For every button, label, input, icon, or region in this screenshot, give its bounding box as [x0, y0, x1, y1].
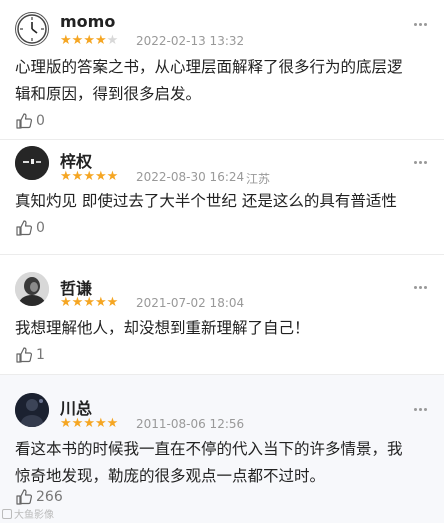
star-icon: ★	[83, 295, 95, 310]
like-count: 0	[36, 220, 45, 236]
star-icon: ★	[60, 416, 72, 431]
review-text: 心理版的答案之书，从心理层面解释了很多行为的底层逻 辑和原因，得到很多启发。	[15, 58, 403, 103]
like-button[interactable]: 266	[15, 488, 63, 506]
star-icon: ★	[106, 295, 119, 310]
review-card: 哲谦 ★★★★★ 2021-07-02 18:04 我想理解他人，却没想到重新理…	[0, 255, 444, 375]
star-icon: ★	[94, 33, 107, 48]
review-date: 2022-02-13 13:32	[136, 34, 245, 48]
like-count: 0	[36, 113, 45, 129]
review-date: 2021-07-02 18:04	[136, 296, 245, 310]
review-date: 2011-08-06 12:56	[136, 417, 245, 431]
review-card: 梓权 ★★★★★ 2022-08-30 16:24 江苏 真知灼见 即使过去了大…	[0, 140, 444, 255]
more-options-icon[interactable]	[414, 18, 428, 32]
star-icon: ★	[71, 33, 84, 48]
avatar[interactable]	[15, 393, 49, 427]
star-icon: ★	[71, 416, 84, 431]
thumbs-up-icon	[16, 347, 33, 363]
star-icon: ★	[94, 416, 107, 431]
star-empty-icon: ★	[106, 33, 119, 48]
like-button[interactable]: 0	[15, 219, 45, 237]
more-options-icon[interactable]	[414, 403, 428, 417]
star-icon: ★	[71, 169, 84, 184]
avatar[interactable]	[15, 146, 49, 180]
dark-photo-avatar	[15, 146, 49, 180]
like-count: 1	[36, 347, 45, 363]
review-location: 江苏	[246, 172, 271, 186]
watermark: 大鱼影像	[2, 506, 54, 521]
username[interactable]: momo	[60, 12, 115, 31]
rating-stars: ★★★★★	[60, 170, 118, 184]
watermark-logo-icon	[2, 508, 12, 519]
star-icon: ★	[60, 169, 72, 184]
review-text: 看这本书的时候我一直在不停的代入当下的许多情景，我 惊奇地发现，勒庞的很多观点一…	[15, 440, 403, 485]
rating-stars: ★★★★★	[60, 417, 118, 431]
more-options-icon[interactable]	[414, 156, 428, 170]
like-button[interactable]: 0	[15, 112, 45, 130]
like-button[interactable]: 1	[15, 346, 45, 364]
more-options-icon[interactable]	[414, 281, 428, 295]
star-icon: ★	[71, 295, 84, 310]
star-icon: ★	[60, 295, 72, 310]
star-icon: ★	[83, 33, 95, 48]
thumbs-up-icon	[16, 489, 33, 505]
rating-stars: ★★★★★	[60, 34, 118, 48]
night-photo-avatar	[15, 393, 49, 427]
star-icon: ★	[83, 416, 95, 431]
star-icon: ★	[106, 169, 119, 184]
avatar[interactable]	[15, 272, 49, 306]
star-icon: ★	[106, 416, 119, 431]
thumbs-up-icon	[16, 220, 33, 236]
star-icon: ★	[94, 169, 107, 184]
like-count: 266	[36, 489, 63, 505]
portrait-avatar	[15, 272, 49, 306]
avatar[interactable]	[15, 12, 49, 46]
star-icon: ★	[94, 295, 107, 310]
star-icon: ★	[60, 33, 72, 48]
review-text: 真知灼见 即使过去了大半个世纪 还是这么的具有普适性	[15, 192, 397, 210]
clock-icon	[17, 14, 47, 44]
review-card: momo ★★★★★ 2022-02-13 13:32 心理版的答案之书，从心理…	[0, 0, 444, 140]
review-date: 2022-08-30 16:24	[136, 170, 245, 184]
review-text: 我想理解他人，却没想到重新理解了自己！	[15, 319, 310, 337]
thumbs-up-icon	[16, 113, 33, 129]
review-card: 川总 ★★★★★ 2011-08-06 12:56 看这本书的时候我一直在不停的…	[0, 375, 444, 523]
rating-stars: ★★★★★	[60, 296, 118, 310]
star-icon: ★	[83, 169, 95, 184]
